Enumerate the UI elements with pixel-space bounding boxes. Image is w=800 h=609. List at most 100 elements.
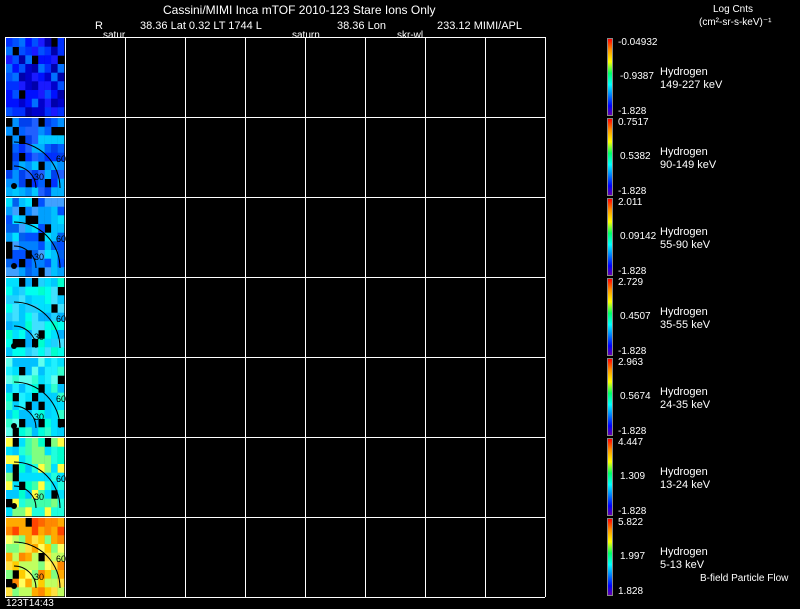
panel-pixel [44,366,52,376]
panel-pixel [51,215,58,225]
panel-pixel [6,64,13,73]
panel-pixel [31,126,39,136]
colorbar-mid-label: -0.9387 [620,71,654,82]
panel-pixel [51,535,58,545]
panel-pixel [12,490,20,499]
panel-pixel [18,438,26,447]
panel-pixel [44,38,52,47]
panel-pixel [38,507,45,517]
panel-pixel [18,526,26,536]
panel-pixel [6,481,13,491]
panel-pixel [18,358,26,367]
panel-pixel [57,347,65,357]
panel-pixel [18,81,26,91]
panel-pixel [6,98,13,108]
arc-label-inner: 30 [34,492,44,502]
image-panel [6,38,65,117]
panel-pixel [6,366,13,376]
panel-pixel [44,481,52,491]
panel-pixel [12,544,20,553]
panel-pixel [12,455,20,465]
panel-pixel [51,375,58,385]
panel-pixel [31,535,39,545]
energy-range: 24-35 keV [660,399,711,411]
species-name: Hydrogen [660,66,708,78]
panel-pixel [18,464,26,473]
panel-pixel [38,295,45,305]
panel-pixel [25,392,32,402]
spacecraft-marker [11,503,17,509]
panel-pixel [38,481,45,491]
panel-pixel [44,144,52,153]
panel-pixel [44,206,52,216]
colorbar-mid-label: 0.5674 [620,391,651,402]
panel-pixel [18,330,26,339]
panel-pixel [18,72,26,82]
panel-pixel [12,170,20,179]
panel-pixel [25,241,32,251]
panel-pixel [44,578,52,588]
panel-pixel [25,126,32,136]
colorbar-max-label: 0.7517 [618,117,649,128]
panel-pixel [25,55,32,65]
panel-pixel [18,38,26,47]
panel-pixel [6,187,13,197]
panel-pixel [18,178,26,188]
colorbar [607,118,613,196]
panel-pixel [12,215,20,225]
panel-pixel [38,187,45,197]
panel-pixel [12,278,20,287]
panel-pixel [18,232,26,242]
panel-pixel [57,438,65,447]
panel-pixel [38,241,45,251]
panel-pixel [25,507,32,517]
panel-pixel [57,206,65,216]
panel-pixel [18,490,26,499]
panel-pixel [31,232,39,242]
panel-pixel [25,72,32,82]
panel-pixel [38,347,45,357]
panel-pixel [44,507,52,517]
panel-pixel [18,392,26,402]
panel-pixel [18,427,26,437]
panel-pixel [31,526,39,536]
panel-pixel [18,587,26,597]
image-panel: 30 60 [6,438,66,517]
panel-pixel [51,267,58,277]
colorbar-min-label: -1.828 [618,266,647,277]
colorbar [607,438,613,516]
panel-pixel [6,206,13,216]
arc-label-inner: 30 [34,172,44,182]
colorbar-min-label: -1.828 [618,426,647,437]
panel-pixel [31,118,39,127]
panel-pixel [44,72,52,82]
panel-pixel [57,46,65,56]
panel-pixel [44,46,52,56]
panel-pixel [44,347,52,357]
panel-pixel [31,561,39,571]
panel-pixel [31,481,39,491]
panel-pixel [57,535,65,545]
panel-pixel [51,438,58,447]
panel-pixel [12,90,20,99]
arc-label-outer: 60 [56,554,66,564]
panel-pixel [12,81,20,91]
panel-pixel [12,72,20,82]
panel-pixel [12,330,20,339]
panel-pixel [44,135,52,145]
row-species-label: Hydrogen 13-24 keV [660,466,710,492]
panel-pixel [12,295,20,305]
panel-pixel [25,366,32,376]
panel-pixel [6,464,13,473]
species-name: Hydrogen [660,546,708,558]
panel-pixel [38,366,45,376]
spacecraft-marker [11,343,17,349]
panel-pixel [44,215,52,225]
panel-pixel [25,107,32,117]
arc-label-outer: 60 [56,154,66,164]
panel-pixel [6,267,13,277]
panel-pixel [44,278,52,287]
panel-pixel [44,498,52,508]
panel-pixel [51,178,58,188]
panel-pixel [31,90,39,99]
